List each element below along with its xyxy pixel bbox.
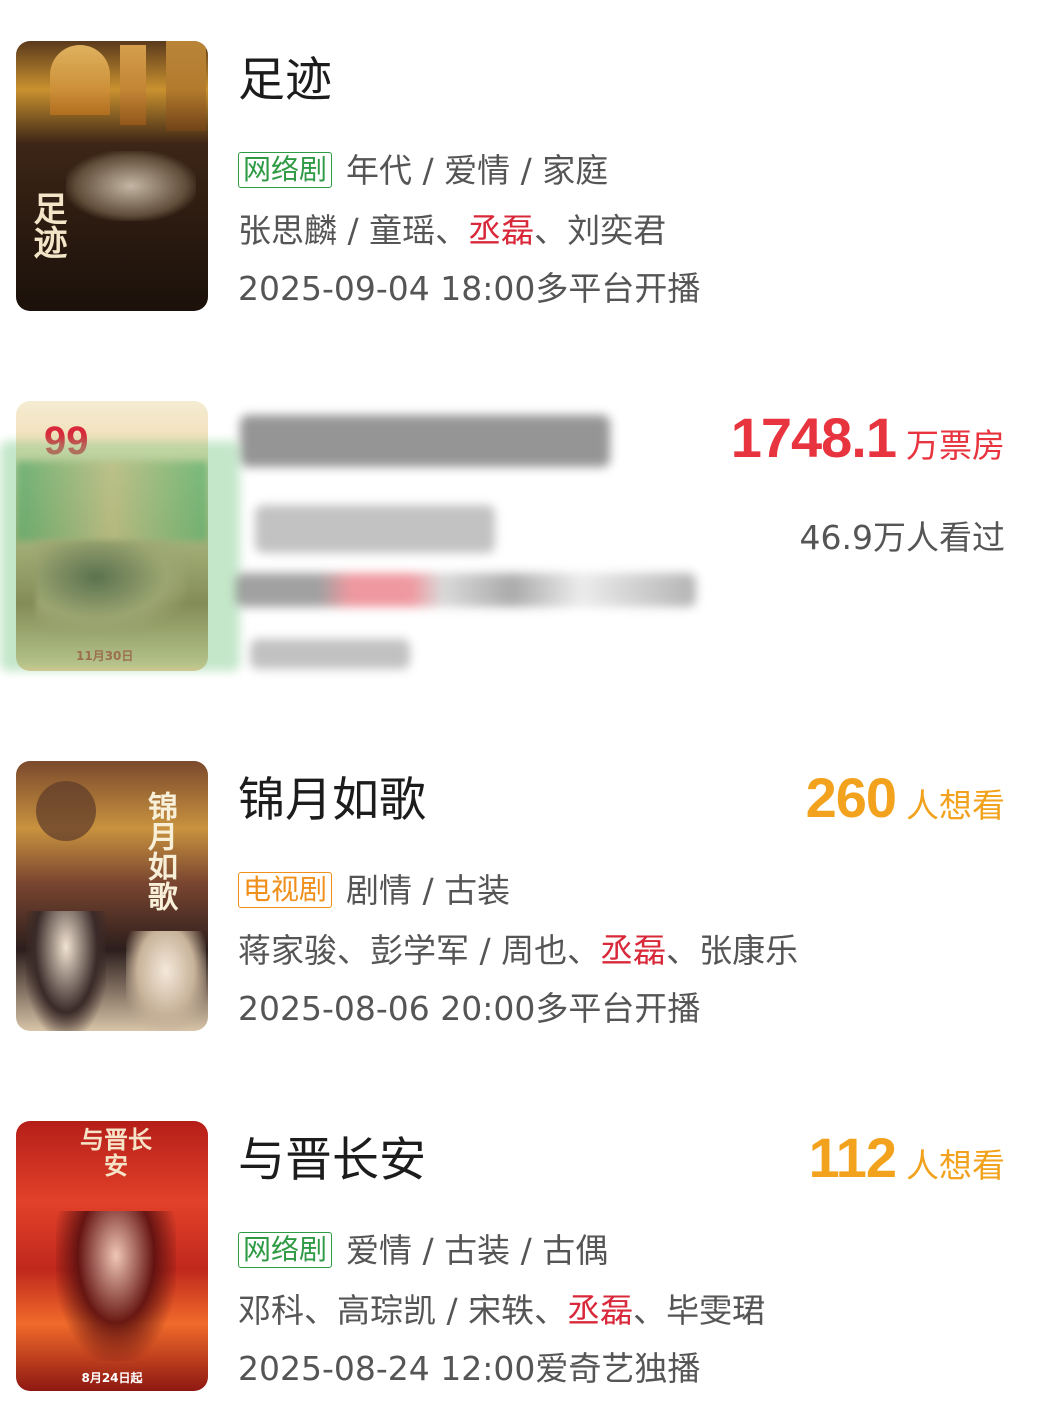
show-title[interactable]: 与晋长安 xyxy=(238,1131,426,1191)
box-office: 1748.1 万票房 xyxy=(731,405,1005,471)
crew-text: 蒋家骏、彭学军 / 周也、 xyxy=(238,931,601,970)
crew-text-rest: 、张康乐 xyxy=(666,931,799,970)
list-item[interactable]: 与晋长安 8月24日起 与晋长安 112 人想看 网络剧 爱情 / 古装 / 古偶 … xyxy=(0,1121,1051,1393)
poster-title-glyph: 与晋长安 xyxy=(80,1125,152,1180)
release-info: 2025-08-24 12:00爱奇艺独播 xyxy=(238,1349,701,1388)
poster-image[interactable]: 锦月如歌 xyxy=(16,761,208,1031)
tags-line: 电视剧 剧情 / 古装 xyxy=(238,869,510,913)
want-count: 260 xyxy=(805,766,897,829)
redacted-title xyxy=(240,415,610,467)
poster-image[interactable]: 与晋长安 8月24日起 xyxy=(16,1121,208,1391)
crew-line: 蒋家骏、彭学军 / 周也、丞磊、张康乐 xyxy=(238,929,798,973)
poster-title-glyph: 足迹 xyxy=(27,191,67,259)
redacted-tags xyxy=(255,505,495,553)
redacted-crew xyxy=(236,573,696,607)
type-badge: 网络剧 xyxy=(238,152,333,188)
genres: 爱情 / 古装 / 古偶 xyxy=(346,1231,609,1270)
crew-highlight[interactable]: 丞磊 xyxy=(468,211,534,250)
poster-date: 8月24日起 xyxy=(81,1371,143,1385)
crew-text: 张思麟 / 童瑶、 xyxy=(238,211,469,250)
want-to-watch: 260 人想看 xyxy=(806,765,1005,831)
crew-text: 邓科、高琮凯 / 宋轶、 xyxy=(238,1291,568,1330)
crew-highlight[interactable]: 丞磊 xyxy=(600,931,666,970)
want-unit: 人想看 xyxy=(906,1146,1005,1185)
tags-line: 网络剧 年代 / 爱情 / 家庭 xyxy=(238,149,608,193)
crew-text-rest: 、毕雯珺 xyxy=(633,1291,766,1330)
list-item[interactable]: 锦月如歌 锦月如歌 260 人想看 电视剧 剧情 / 古装 蒋家骏、彭学军 / 周也… xyxy=(0,761,1051,1033)
viewers-count: 46.9万人看过 xyxy=(799,518,1005,557)
box-office-value: 1748.1 xyxy=(730,406,897,469)
genres: 剧情 / 古装 xyxy=(346,871,511,910)
show-title[interactable]: 足迹 xyxy=(238,51,332,111)
type-badge: 网络剧 xyxy=(238,1232,333,1268)
poster-title-glyph: 锦月如歌 xyxy=(142,791,177,911)
release-info: 2025-09-04 18:00多平台开播 xyxy=(238,269,701,308)
redacted-overlay xyxy=(0,441,240,671)
crew-text-rest: 、刘奕君 xyxy=(534,211,667,250)
show-title[interactable]: 锦月如歌 xyxy=(238,771,426,831)
release-info: 2025-08-06 20:00多平台开播 xyxy=(238,989,701,1028)
tags-line: 网络剧 爱情 / 古装 / 古偶 xyxy=(238,1229,608,1273)
type-badge: 电视剧 xyxy=(238,872,333,908)
want-count: 112 xyxy=(808,1126,897,1189)
list-item[interactable]: 99 11月30日 1748.1 万票房 46.9万人看过 xyxy=(0,401,1051,673)
genres: 年代 / 爱情 / 家庭 xyxy=(346,151,609,190)
want-to-watch: 112 人想看 xyxy=(809,1125,1005,1191)
crew-line: 邓科、高琮凯 / 宋轶、丞磊、毕雯珺 xyxy=(238,1289,765,1333)
redacted-release xyxy=(250,639,410,669)
poster-image[interactable]: 足迹 xyxy=(16,41,208,311)
list-item[interactable]: 足迹 足迹 网络剧 年代 / 爱情 / 家庭 张思麟 / 童瑶、丞磊、刘奕君 20… xyxy=(0,41,1051,313)
crew-line: 张思麟 / 童瑶、丞磊、刘奕君 xyxy=(238,209,666,253)
box-office-unit: 万票房 xyxy=(906,426,1005,465)
want-unit: 人想看 xyxy=(906,786,1005,825)
crew-highlight[interactable]: 丞磊 xyxy=(567,1291,633,1330)
